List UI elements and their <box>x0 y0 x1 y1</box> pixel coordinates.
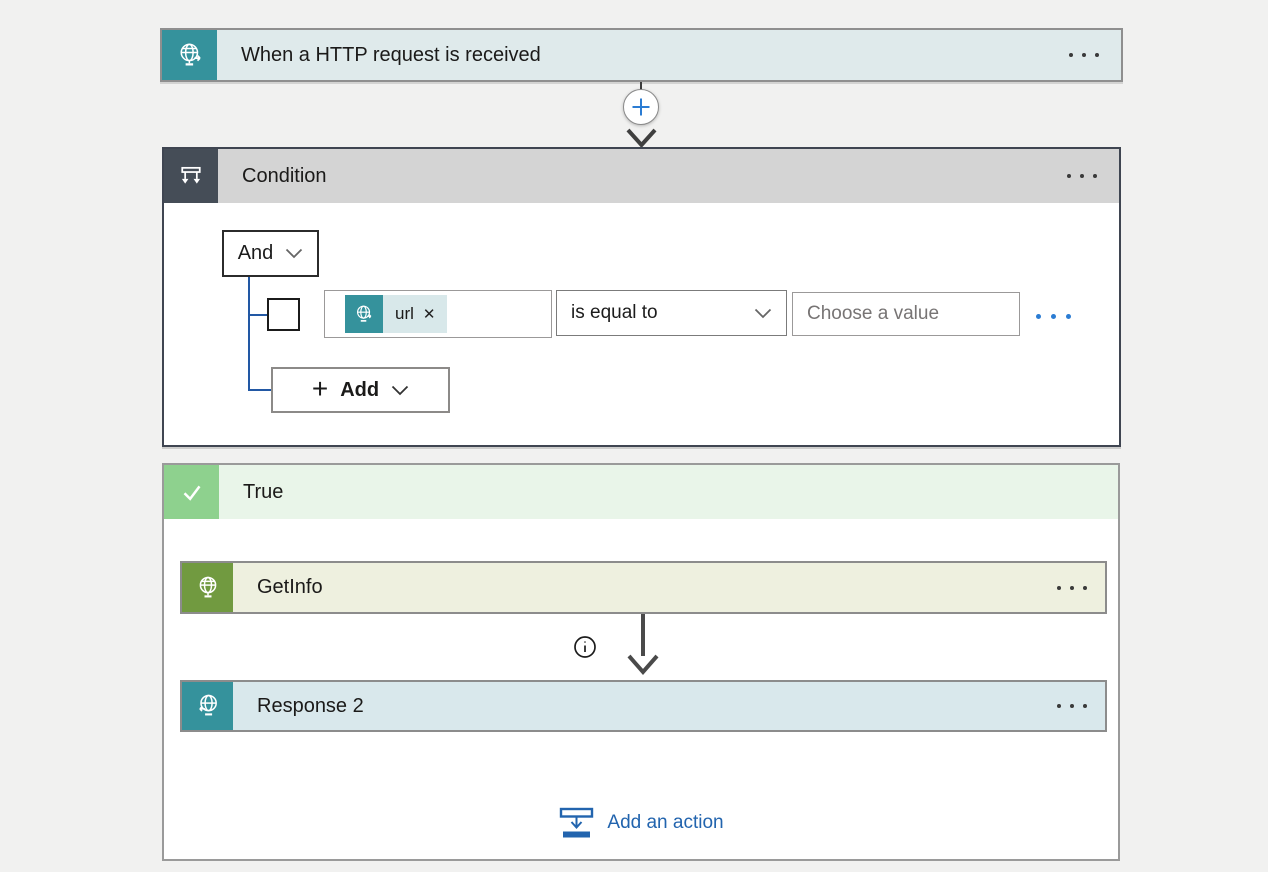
dynamic-content-token-url[interactable]: url ✕ <box>345 295 447 333</box>
checkmark-icon <box>164 465 219 519</box>
comparison-value: is equal to <box>571 302 658 324</box>
custom-connector-globe-icon <box>182 563 233 612</box>
plus-icon: + <box>312 375 328 403</box>
http-request-globe-icon <box>162 30 217 80</box>
action-title: GetInfo <box>257 576 323 599</box>
action-title: Response 2 <box>257 695 364 718</box>
response-2-menu-button[interactable] <box>1057 704 1087 708</box>
action-card-getinfo[interactable]: GetInfo <box>180 561 1107 614</box>
condition-tree-line <box>248 314 269 316</box>
add-action-icon <box>558 807 595 838</box>
trigger-card-http-request[interactable]: When a HTTP request is received <box>160 28 1123 82</box>
condition-comparison-dropdown[interactable]: is equal to <box>556 290 787 336</box>
condition-operator-value: And <box>238 242 274 265</box>
condition-operator-dropdown[interactable]: And <box>222 230 319 277</box>
condition-tree-line <box>248 389 272 391</box>
trigger-title: When a HTTP request is received <box>241 44 541 67</box>
chevron-down-icon <box>391 385 409 396</box>
true-branch-container: True GetInfo <box>162 463 1120 861</box>
condition-right-operand-input[interactable] <box>792 292 1020 336</box>
true-branch-title: True <box>243 481 283 504</box>
true-branch-header[interactable]: True <box>164 465 1118 519</box>
action-card-response-2[interactable]: Response 2 <box>180 680 1107 732</box>
chevron-down-icon <box>754 308 772 319</box>
chevron-down-icon <box>285 248 303 259</box>
condition-row-checkbox[interactable] <box>267 298 300 331</box>
remove-token-icon[interactable]: ✕ <box>423 305 436 323</box>
condition-header[interactable]: Condition <box>164 149 1119 203</box>
action-connector-arrow-icon <box>625 614 661 681</box>
condition-left-operand-field[interactable]: url ✕ <box>324 290 552 338</box>
flow-designer-canvas: When a HTTP request is received <box>0 0 1268 872</box>
add-button-label: Add <box>340 379 379 402</box>
condition-card[interactable]: Condition And <box>162 147 1121 447</box>
info-icon[interactable] <box>573 635 597 664</box>
http-request-globe-icon <box>345 295 383 333</box>
add-an-action-button[interactable]: Add an action <box>164 807 1118 838</box>
insert-step-plus-icon[interactable] <box>623 89 659 125</box>
getinfo-menu-button[interactable] <box>1057 586 1087 590</box>
token-label: url <box>395 304 414 324</box>
http-response-globe-icon <box>182 682 233 730</box>
condition-tree-line <box>248 277 250 390</box>
add-an-action-label: Add an action <box>607 812 723 834</box>
condition-menu-button[interactable] <box>1067 174 1097 178</box>
condition-title: Condition <box>242 165 327 188</box>
condition-branch-icon <box>164 149 218 203</box>
add-condition-button[interactable]: + Add <box>271 367 450 413</box>
trigger-menu-button[interactable] <box>1069 53 1099 57</box>
condition-row-menu-button[interactable] <box>1036 314 1071 319</box>
